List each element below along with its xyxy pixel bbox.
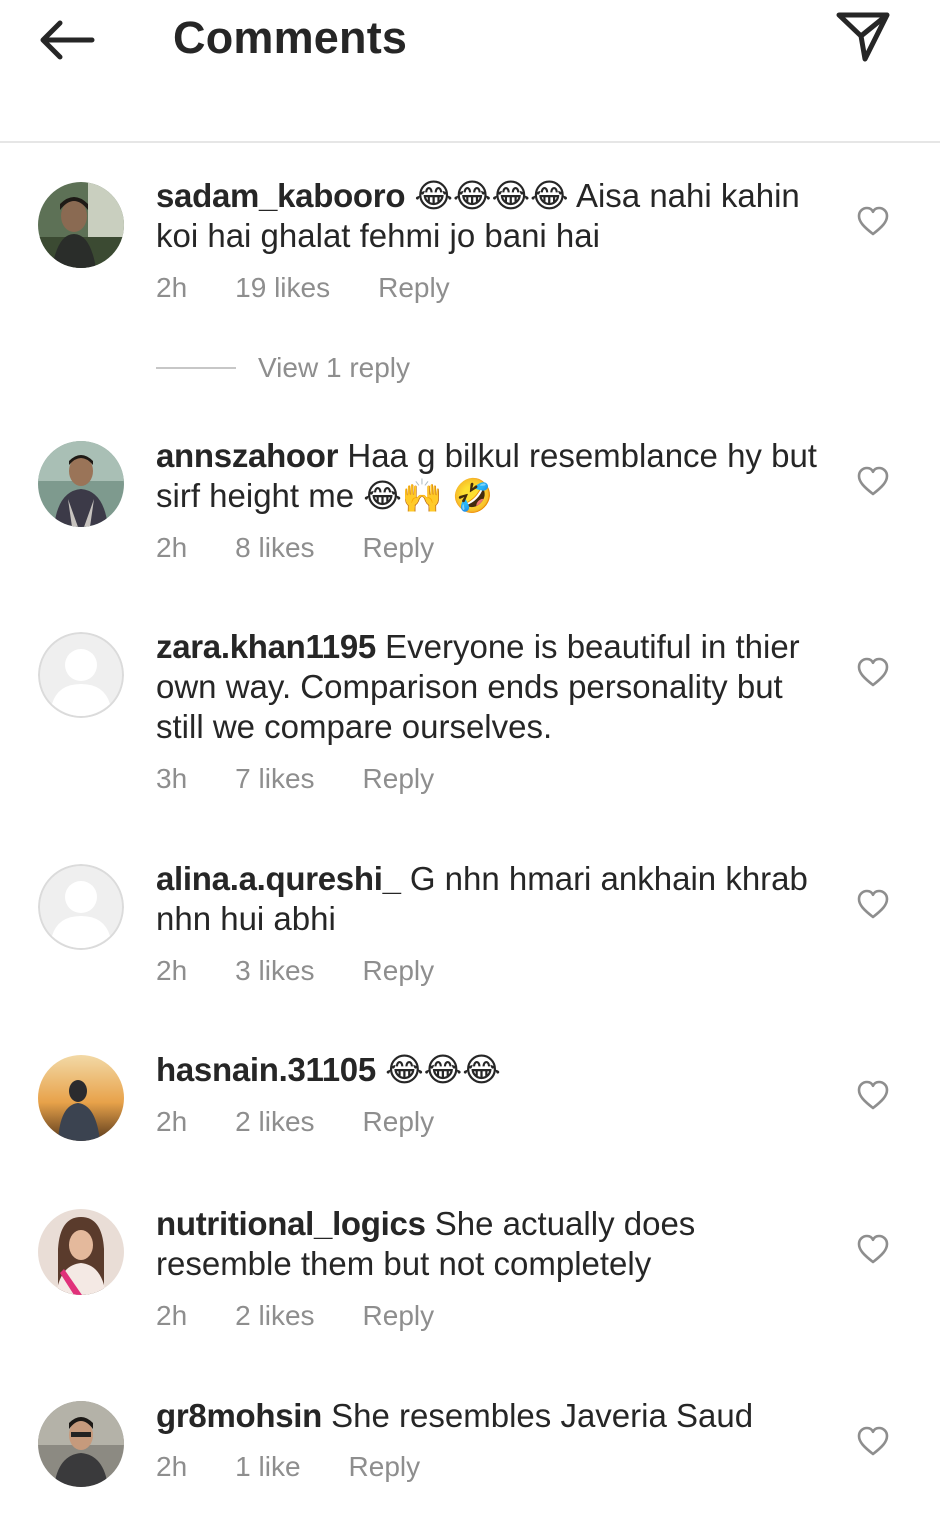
avatar[interactable] <box>38 182 124 268</box>
comment-time: 2h <box>156 532 188 563</box>
comment-text: She resembles Javeria Saud <box>331 1397 754 1434</box>
reply-button[interactable]: Reply <box>378 272 450 304</box>
comment-body: gr8mohsin She resembles Javeria Saud <box>156 1396 836 1436</box>
comment-likes[interactable]: 8 likes <box>235 532 314 564</box>
view-replies-label: View 1 reply <box>258 352 411 383</box>
heart-icon[interactable] <box>856 656 890 688</box>
heart-icon[interactable] <box>856 205 890 237</box>
comment-body: alina.a.qureshi_ G nhn hmari ankhain khr… <box>156 859 836 939</box>
page-title: Comments <box>173 12 408 63</box>
comment-meta: 2h 2 likes Reply <box>156 1300 434 1332</box>
avatar[interactable] <box>38 1209 124 1295</box>
comment-body: nutritional_logics She actually does res… <box>156 1204 836 1284</box>
comment-meta: 2h 2 likes Reply <box>156 1106 434 1138</box>
reply-button[interactable]: Reply <box>363 955 435 987</box>
comment-likes[interactable]: 7 likes <box>235 763 314 795</box>
avatar-placeholder[interactable] <box>38 632 124 718</box>
cutoff-text: ... <box>156 87 188 106</box>
avatar[interactable] <box>38 1055 124 1141</box>
comment-likes[interactable]: 2 likes <box>235 1106 314 1138</box>
share-button[interactable] <box>832 8 894 66</box>
heart-icon[interactable] <box>856 888 890 920</box>
reply-button[interactable]: Reply <box>349 1451 421 1483</box>
comment-body: annszahoor Haa g bilkul resemblance hy b… <box>156 436 836 516</box>
comment-text: 😂😂😂 <box>385 1051 501 1088</box>
comment-username[interactable]: hasnain.31105 <box>156 1051 376 1088</box>
comment-likes[interactable]: 19 likes <box>235 272 330 304</box>
comment-time: 2h <box>156 1451 188 1482</box>
avatar[interactable] <box>38 441 124 527</box>
comment-meta: 2h 19 likes Reply <box>156 272 450 304</box>
comment-body: zara.khan1195 Everyone is beautiful in t… <box>156 627 836 747</box>
heart-icon[interactable] <box>856 1233 890 1265</box>
comment-likes[interactable]: 2 likes <box>235 1300 314 1332</box>
comment-username[interactable]: gr8mohsin <box>156 1397 322 1434</box>
comment-time: 2h <box>156 1106 188 1137</box>
header-bar: Comments ... <box>0 0 940 143</box>
avatar-placeholder[interactable] <box>38 864 124 950</box>
reply-button[interactable]: Reply <box>363 532 435 564</box>
comment-likes[interactable]: 3 likes <box>235 955 314 987</box>
avatar[interactable] <box>38 1401 124 1487</box>
comment-username[interactable]: zara.khan1195 <box>156 628 376 665</box>
arrow-left-icon <box>40 20 95 60</box>
comment-username[interactable]: annszahoor <box>156 437 339 474</box>
comment-meta: 2h 8 likes Reply <box>156 532 434 564</box>
comment-username[interactable]: nutritional_logics <box>156 1205 426 1242</box>
comment-meta: 2h 1 like Reply <box>156 1451 420 1483</box>
back-button[interactable] <box>34 16 100 64</box>
heart-icon[interactable] <box>856 1079 890 1111</box>
view-replies-button[interactable]: View 1 reply <box>156 352 410 384</box>
replies-divider <box>156 367 236 369</box>
comment-body: sadam_kabooro 😂😂😂😂 Aisa nahi kahin koi h… <box>156 176 836 256</box>
comment-time: 3h <box>156 763 188 794</box>
comment-time: 2h <box>156 1300 188 1331</box>
comment-username[interactable]: alina.a.qureshi_ <box>156 860 401 897</box>
heart-icon[interactable] <box>856 1425 890 1457</box>
comment-time: 2h <box>156 955 188 986</box>
reply-button[interactable]: Reply <box>363 1300 435 1332</box>
comment-time: 2h <box>156 272 188 303</box>
comment-likes[interactable]: 1 like <box>235 1451 300 1483</box>
comment-username[interactable]: sadam_kabooro <box>156 177 406 214</box>
heart-icon[interactable] <box>856 465 890 497</box>
paper-plane-icon <box>836 12 890 62</box>
comment-meta: 3h 7 likes Reply <box>156 763 434 795</box>
reply-button[interactable]: Reply <box>363 1106 435 1138</box>
comment-body: hasnain.31105 😂😂😂 <box>156 1050 836 1090</box>
reply-button[interactable]: Reply <box>363 763 435 795</box>
comment-meta: 2h 3 likes Reply <box>156 955 434 987</box>
